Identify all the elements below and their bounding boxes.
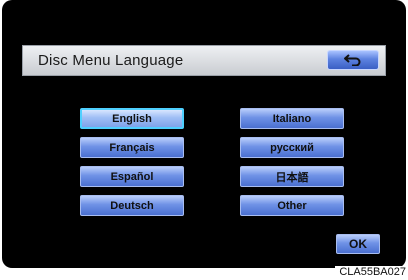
language-button-japanese[interactable]: 日本語 [240,166,344,187]
language-button-francais[interactable]: Français [80,137,184,158]
language-button-english[interactable]: English [80,108,184,129]
language-button-italiano[interactable]: Italiano [240,108,344,129]
language-button-russian[interactable]: русский [240,137,344,158]
language-panel: English Français Español Deutsch Italian… [22,76,386,259]
figure-code: CLA55BA027 [335,266,406,278]
language-button-deutsch[interactable]: Deutsch [80,195,184,216]
page-title: Disc Menu Language [38,52,184,69]
language-button-espanol[interactable]: Español [80,166,184,187]
back-button[interactable] [327,50,379,70]
ok-button[interactable]: OK [336,234,380,254]
title-bar: Disc Menu Language [22,45,386,76]
screen-frame: Disc Menu Language English Français Espa… [2,0,406,268]
return-arrow-icon [344,54,361,66]
language-button-other[interactable]: Other [240,195,344,216]
